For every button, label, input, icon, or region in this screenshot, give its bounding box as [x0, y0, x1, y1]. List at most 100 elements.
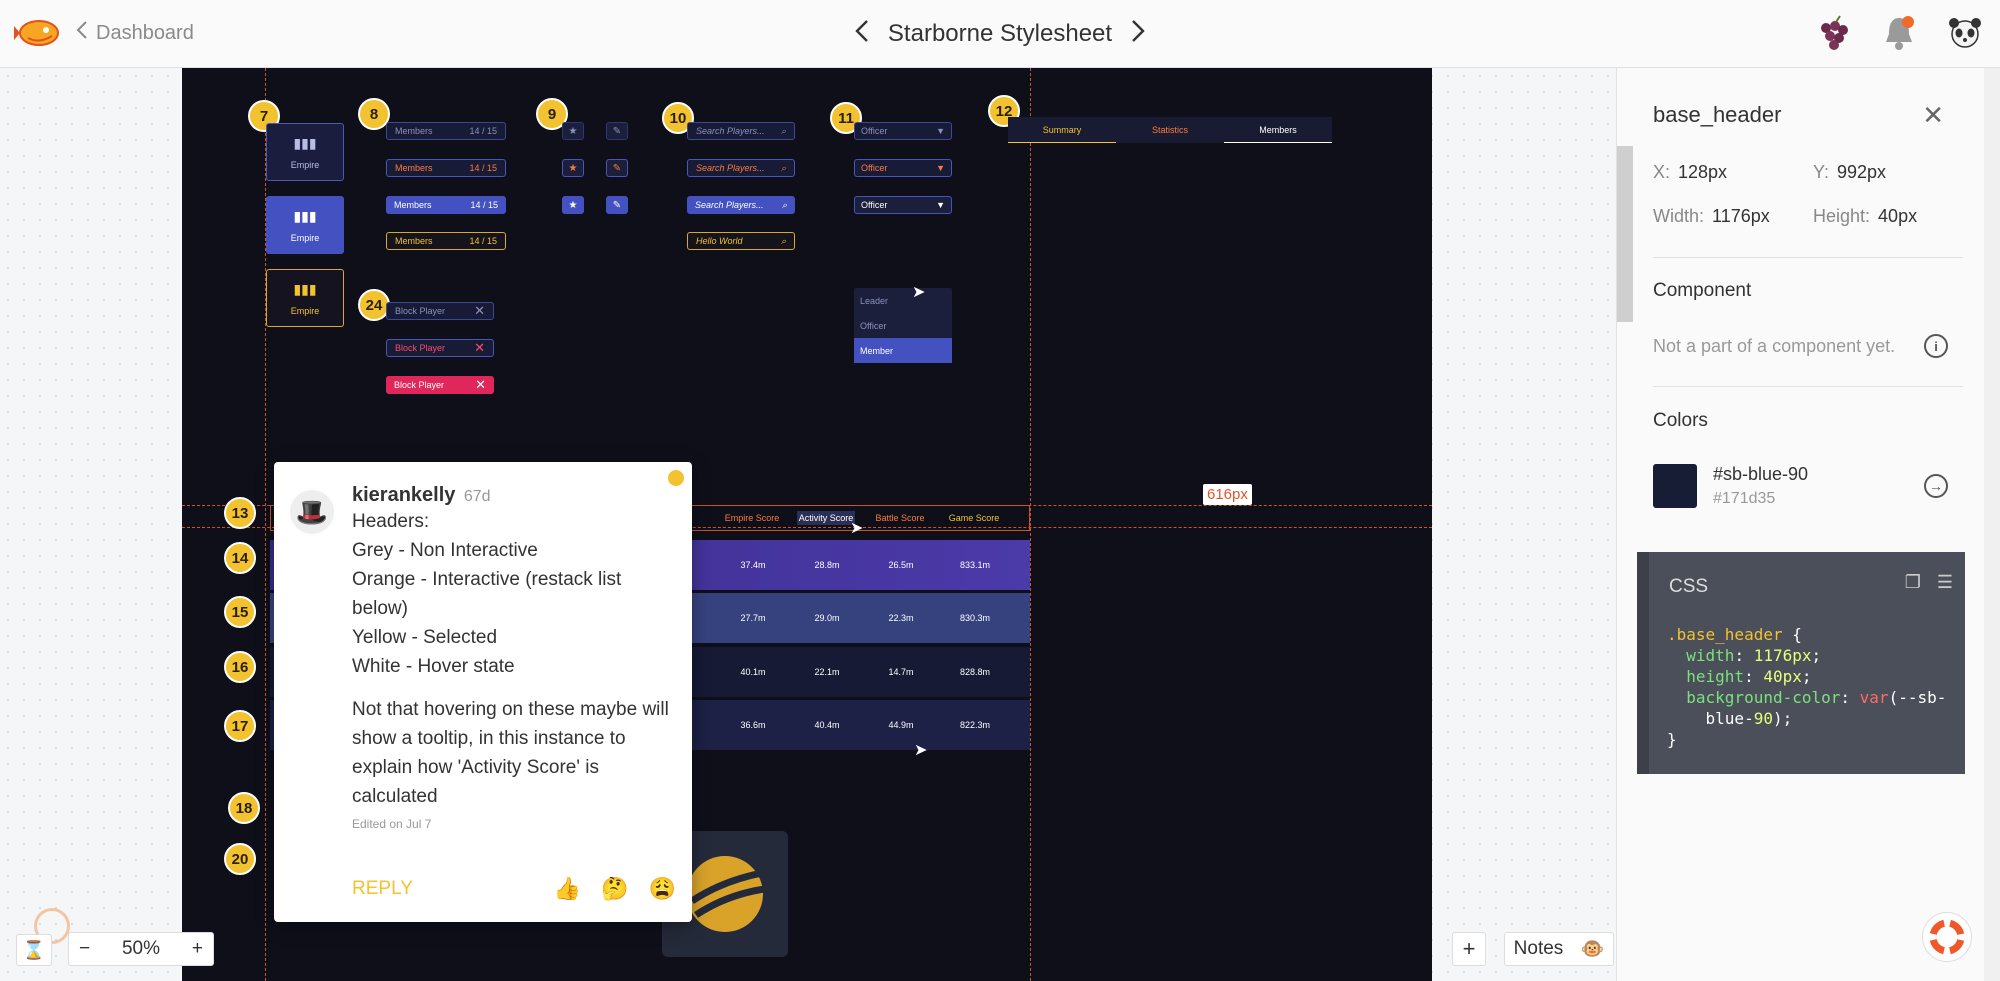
table-cell: 26.5m — [888, 560, 914, 570]
comment-author[interactable]: kierankelly — [352, 484, 455, 506]
tab-members[interactable]: Members — [1224, 117, 1332, 143]
empire-tile-default[interactable]: ▮▮▮ Empire — [266, 123, 344, 181]
annotation-marker[interactable]: 14 — [224, 542, 256, 574]
notes-button[interactable]: Notes 🐵 — [1504, 932, 1614, 966]
tile-label: Empire — [290, 305, 320, 316]
css-code-block[interactable]: .base_header { width: 1176px; height: 40… — [1667, 624, 1946, 750]
back-label: Dashboard — [96, 21, 194, 44]
tab-statistics[interactable]: Statistics — [1116, 117, 1224, 143]
zoom-control: − 50% + — [68, 932, 214, 966]
color-name[interactable]: #sb-blue-90 — [1713, 464, 1808, 485]
edit-pencil-icon[interactable]: ✎ — [606, 122, 628, 140]
zoom-out-button[interactable]: − — [79, 938, 90, 960]
dropdown-option[interactable]: Leader — [854, 288, 952, 313]
search-players-input-focus[interactable]: Search Players... ⌕ — [687, 196, 795, 214]
rank-dropdown-open[interactable]: Officer ▼ — [854, 196, 952, 214]
color-swatch[interactable] — [1653, 464, 1697, 508]
search-placeholder: Search Players... — [696, 126, 765, 136]
thumbs-up-reaction-icon[interactable]: 👍 — [554, 876, 581, 902]
caret-down-icon: ▼ — [936, 126, 945, 136]
back-to-dashboard-link[interactable]: Dashboard — [76, 20, 194, 46]
members-count: 14 / 15 — [469, 163, 497, 173]
search-players-input-default[interactable]: Search Players... ⌕ — [687, 122, 795, 140]
table-cell: 44.9m — [888, 720, 914, 730]
prop-value[interactable]: 40px — [1878, 206, 1917, 226]
header-empire-score[interactable]: Empire Score — [723, 513, 781, 523]
annotation-marker[interactable]: 20 — [224, 843, 256, 875]
dropdown-value: Officer — [861, 126, 888, 136]
info-icon[interactable]: i — [1924, 334, 1948, 358]
layer-name: base_header — [1653, 102, 1782, 127]
empire-tile-selected[interactable]: ▮▮▮ Empire — [266, 196, 344, 254]
prop-value[interactable]: 128px — [1678, 162, 1727, 182]
comment-card[interactable]: 🎩 kierankelly 67d Headers: Grey - Non In… — [274, 462, 692, 922]
top-hat-avatar-icon: 🎩 — [290, 490, 334, 534]
next-screen-button[interactable] — [1126, 19, 1150, 50]
zoom-level: 50% — [121, 938, 161, 959]
search-icon: ⌕ — [780, 125, 786, 136]
members-bar-interactive[interactable]: Members 14 / 15 — [386, 159, 506, 177]
block-player-button-hover[interactable]: Block Player ✕ — [386, 339, 494, 357]
settings-sliders-icon[interactable]: ☰ — [1937, 572, 1953, 593]
edit-pencil-icon[interactable]: ✎ — [606, 159, 628, 177]
dropdown-option[interactable]: Officer — [854, 313, 952, 338]
zeplin-logo-icon[interactable] — [14, 12, 60, 54]
prop-label: Y: — [1813, 162, 1830, 182]
page-scrollbar[interactable] — [1984, 68, 2000, 981]
prop-value[interactable]: 1176px — [1712, 206, 1770, 226]
grapes-project-icon[interactable] — [1812, 12, 1854, 54]
help-lifebuoy-icon[interactable] — [1922, 912, 1972, 962]
add-button[interactable]: + — [1452, 932, 1486, 966]
close-x-icon: ✕ — [474, 340, 485, 355]
star-icon[interactable]: ★ — [562, 122, 584, 140]
search-players-input-filled[interactable]: Hello World ⌕ — [687, 232, 795, 250]
header-battle-score[interactable]: Battle Score — [871, 513, 929, 523]
go-to-arrow-icon[interactable]: → — [1924, 474, 1948, 498]
css-heading: CSS — [1669, 576, 1709, 597]
zoom-in-button[interactable]: + — [192, 938, 203, 960]
rank-dropdown-hover[interactable]: Officer ▼ — [854, 159, 952, 177]
search-icon: ⌕ — [781, 199, 787, 210]
prop-value[interactable]: 992px — [1837, 162, 1886, 182]
screen-title-nav: Starborne Stylesheet — [850, 16, 1150, 52]
code-gutter — [1637, 552, 1649, 774]
close-icon[interactable]: ✕ — [1922, 100, 1944, 131]
reply-button[interactable]: REPLY — [352, 878, 413, 900]
header-activity-score[interactable]: Activity Score — [797, 511, 855, 525]
hourglass-icon[interactable]: ⌛ — [16, 934, 52, 966]
annotation-marker[interactable]: 16 — [224, 651, 256, 683]
tab-summary[interactable]: Summary — [1008, 117, 1116, 143]
search-icon: ⌕ — [780, 162, 786, 173]
thinking-reaction-icon[interactable]: 🤔 — [601, 876, 628, 902]
star-icon[interactable]: ★ — [562, 159, 584, 177]
previous-screen-button[interactable] — [850, 19, 874, 50]
annotation-marker[interactable]: 15 — [224, 596, 256, 628]
user-avatar-panda-icon[interactable] — [1944, 12, 1986, 54]
color-hex[interactable]: #171d35 — [1713, 490, 1775, 508]
search-value: Hello World — [696, 236, 743, 246]
weary-reaction-icon[interactable]: 😩 — [649, 876, 676, 902]
search-players-input-hover[interactable]: Search Players... ⌕ — [687, 159, 795, 177]
table-cell: 833.1m — [959, 560, 991, 570]
empire-tile-active[interactable]: ▮▮▮ Empire — [266, 269, 344, 327]
panel-scrollbar-thumb[interactable] — [1617, 146, 1633, 322]
edit-pencil-icon[interactable]: ✎ — [606, 196, 628, 214]
members-bar-active[interactable]: Members 14 / 15 — [386, 232, 506, 250]
members-label: Members — [395, 236, 433, 246]
rank-dropdown-default[interactable]: Officer ▼ — [854, 122, 952, 140]
annotation-marker[interactable]: 18 — [228, 792, 260, 824]
prop-label: Width: — [1653, 206, 1705, 226]
copy-icon[interactable]: ❐ — [1905, 572, 1921, 593]
dropdown-option-selected[interactable]: Member — [854, 338, 952, 363]
notification-bell-icon[interactable] — [1878, 12, 1920, 54]
block-player-button-active[interactable]: Block Player ✕ — [386, 376, 494, 394]
annotation-marker[interactable]: 17 — [224, 710, 256, 742]
header-game-score[interactable]: Game Score — [945, 513, 1003, 523]
star-icon[interactable]: ★ — [562, 196, 584, 214]
members-bar-selected[interactable]: Members 14 / 15 — [386, 196, 506, 214]
comment-line: White - Hover state — [352, 656, 515, 677]
members-bar-default[interactable]: Members 14 / 15 — [386, 122, 506, 140]
divider — [1653, 257, 1963, 258]
block-player-button-default[interactable]: Block Player ✕ — [386, 302, 494, 320]
annotation-marker[interactable]: 13 — [224, 497, 256, 529]
